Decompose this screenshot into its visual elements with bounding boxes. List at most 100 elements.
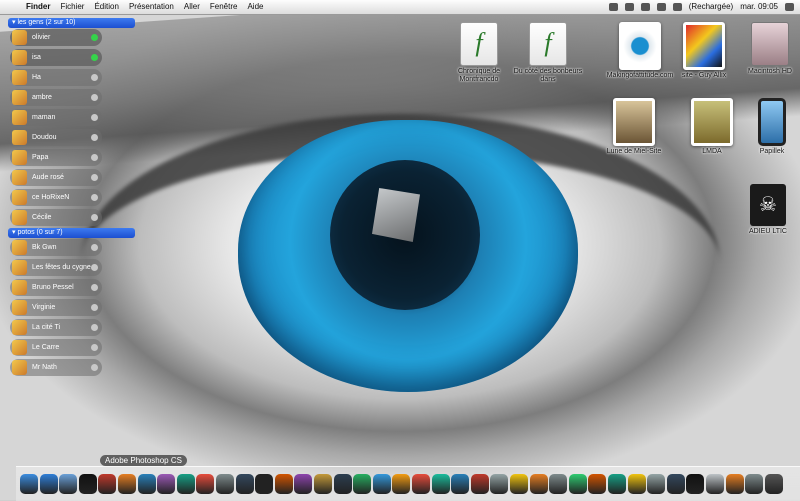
- desktop-icon-folder[interactable]: ☠ ADIEU LTIC: [732, 184, 800, 236]
- dock-app-icon[interactable]: [647, 474, 666, 494]
- dock-app-icon[interactable]: [235, 474, 254, 494]
- dock-app-icon[interactable]: [686, 474, 705, 494]
- dock-app-icon[interactable]: [745, 474, 764, 494]
- desktop-icon-document[interactable]: f Chronique de Montfrancdo: [443, 22, 515, 84]
- buddy-contact[interactable]: ce HoRixeN: [10, 189, 102, 206]
- dock-app-icon[interactable]: [706, 474, 724, 494]
- presence-status-icon: [91, 264, 98, 271]
- menu-edition[interactable]: Édition: [94, 0, 118, 14]
- menu-aller[interactable]: Aller: [184, 0, 200, 14]
- buddy-contact[interactable]: Papa: [10, 149, 102, 166]
- wifi-icon[interactable]: [640, 3, 650, 11]
- buddy-contact[interactable]: Doudou: [10, 129, 102, 146]
- battery-status[interactable]: (Rechargée): [689, 0, 733, 14]
- desktop-icon-hard-drive[interactable]: Macintosh HD: [734, 22, 800, 76]
- dock-app-icon[interactable]: [333, 474, 352, 494]
- dock-app-icon[interactable]: [627, 474, 646, 494]
- dock-app-icon[interactable]: [353, 474, 372, 494]
- volume-icon[interactable]: [656, 3, 666, 11]
- presence-status-icon: [91, 34, 98, 41]
- presence-status-icon: [91, 194, 98, 201]
- presence-status-icon: [91, 114, 98, 121]
- buddy-avatar-icon: [12, 50, 27, 65]
- hard-drive-icon: [751, 22, 789, 66]
- buddy-contact[interactable]: Ha: [10, 69, 102, 86]
- buddy-contact[interactable]: maman: [10, 109, 102, 126]
- presence-status-icon: [91, 94, 98, 101]
- dock-app-icon[interactable]: [510, 474, 528, 494]
- buddy-contact[interactable]: Aude rosé: [10, 169, 102, 186]
- dock-app-icon[interactable]: [549, 474, 568, 494]
- buddy-group-header[interactable]: ▾ potos (0 sur 7): [8, 228, 135, 238]
- wallpaper-reflection: [372, 188, 420, 242]
- menu-aide[interactable]: Aide: [247, 0, 263, 14]
- dock-app-icon[interactable]: [392, 474, 411, 494]
- dock-app-icon[interactable]: [451, 474, 470, 494]
- desktop-icon-label: Chronique de Montfrancdo: [457, 68, 501, 83]
- dock-app-icon[interactable]: [372, 474, 391, 494]
- dock-app-icon[interactable]: [314, 474, 332, 494]
- desktop-icon-image[interactable]: site - Guy Allix: [668, 22, 740, 80]
- dock-app-icon[interactable]: [588, 474, 607, 494]
- buddy-contact[interactable]: olivier: [10, 29, 102, 46]
- desktop-icon-image[interactable]: Lune de Miel-Site: [598, 98, 670, 156]
- dock-app-icon[interactable]: [568, 474, 587, 494]
- buddy-contact[interactable]: Bk Gwn: [10, 239, 102, 256]
- buddy-avatar-icon: [12, 360, 27, 375]
- menu-finder[interactable]: Finder: [26, 0, 50, 14]
- desktop-icon-image[interactable]: Makingofattitude.com: [604, 22, 676, 80]
- dock-app-icon[interactable]: [216, 474, 234, 494]
- buddy-contact[interactable]: ambre: [10, 89, 102, 106]
- buddy-name: Bk Gwn: [32, 244, 57, 251]
- buddy-contact[interactable]: Cécile: [10, 209, 102, 226]
- dock-app-icon[interactable]: [20, 474, 38, 494]
- menu-fichier[interactable]: Fichier: [60, 0, 84, 14]
- dock-app-icon[interactable]: [529, 474, 548, 494]
- dock-app-icon[interactable]: [608, 474, 626, 494]
- menu-list: Finder Fichier Édition Présentation Alle…: [26, 0, 263, 14]
- dock-app-icon[interactable]: [255, 474, 274, 494]
- buddy-avatar-icon: [12, 340, 27, 355]
- buddy-contact[interactable]: Virginie: [10, 299, 102, 316]
- dock-app-icon[interactable]: [470, 474, 489, 494]
- menu-presentation[interactable]: Présentation: [129, 0, 174, 14]
- desktop-icon-label: Du côté des bonbeurs dans: [513, 68, 583, 83]
- skull-icon: ☠: [750, 184, 786, 226]
- dock-app-icon[interactable]: [196, 474, 215, 494]
- clock[interactable]: mar. 09:05: [740, 0, 778, 14]
- buddy-contact[interactable]: Bruno Pessel: [10, 279, 102, 296]
- desktop-icon-document[interactable]: f Du côté des bonbeurs dans: [512, 22, 584, 84]
- desktop-icon-device[interactable]: Papillek: [736, 98, 800, 156]
- buddy-avatar-icon: [12, 170, 27, 185]
- buddy-contact[interactable]: isa: [10, 49, 102, 66]
- dock-app-icon[interactable]: [39, 474, 58, 494]
- buddy-contact[interactable]: Mr Nath: [10, 359, 102, 376]
- time-machine-icon[interactable]: [624, 3, 634, 11]
- buddy-name: La cité Ti: [32, 324, 61, 331]
- dock-app-icon[interactable]: [274, 474, 293, 494]
- battery-icon[interactable]: [672, 3, 682, 11]
- dock-app-icon[interactable]: [176, 474, 195, 494]
- dock-app-icon[interactable]: [490, 474, 509, 494]
- spotlight-icon[interactable]: [785, 3, 794, 11]
- dock-app-icon[interactable]: [666, 474, 685, 494]
- dock-app-icon[interactable]: [137, 474, 156, 494]
- presence-status-icon: [91, 154, 98, 161]
- dock-app-icon[interactable]: [725, 474, 744, 494]
- dock-app-icon[interactable]: [431, 474, 450, 494]
- dock-app-icon[interactable]: [118, 474, 136, 494]
- buddy-contact[interactable]: La cité Ti: [10, 319, 102, 336]
- menu-fenetre[interactable]: Fenêtre: [210, 0, 238, 14]
- dock-app-icon[interactable]: [764, 474, 783, 494]
- dock-app-icon[interactable]: [294, 474, 313, 494]
- presence-status-icon: [91, 364, 98, 371]
- bluetooth-icon[interactable]: [608, 3, 618, 11]
- dock-app-icon[interactable]: [78, 474, 97, 494]
- dock-app-icon[interactable]: [412, 474, 430, 494]
- dock-app-icon[interactable]: [59, 474, 78, 494]
- buddy-contact[interactable]: Le Carre: [10, 339, 102, 356]
- dock-app-icon[interactable]: [98, 474, 117, 494]
- dock-app-icon[interactable]: [157, 474, 176, 494]
- buddy-group-header[interactable]: ▾ les gens (2 sur 10): [8, 18, 135, 28]
- buddy-contact[interactable]: Les fêtes du cygne: [10, 259, 102, 276]
